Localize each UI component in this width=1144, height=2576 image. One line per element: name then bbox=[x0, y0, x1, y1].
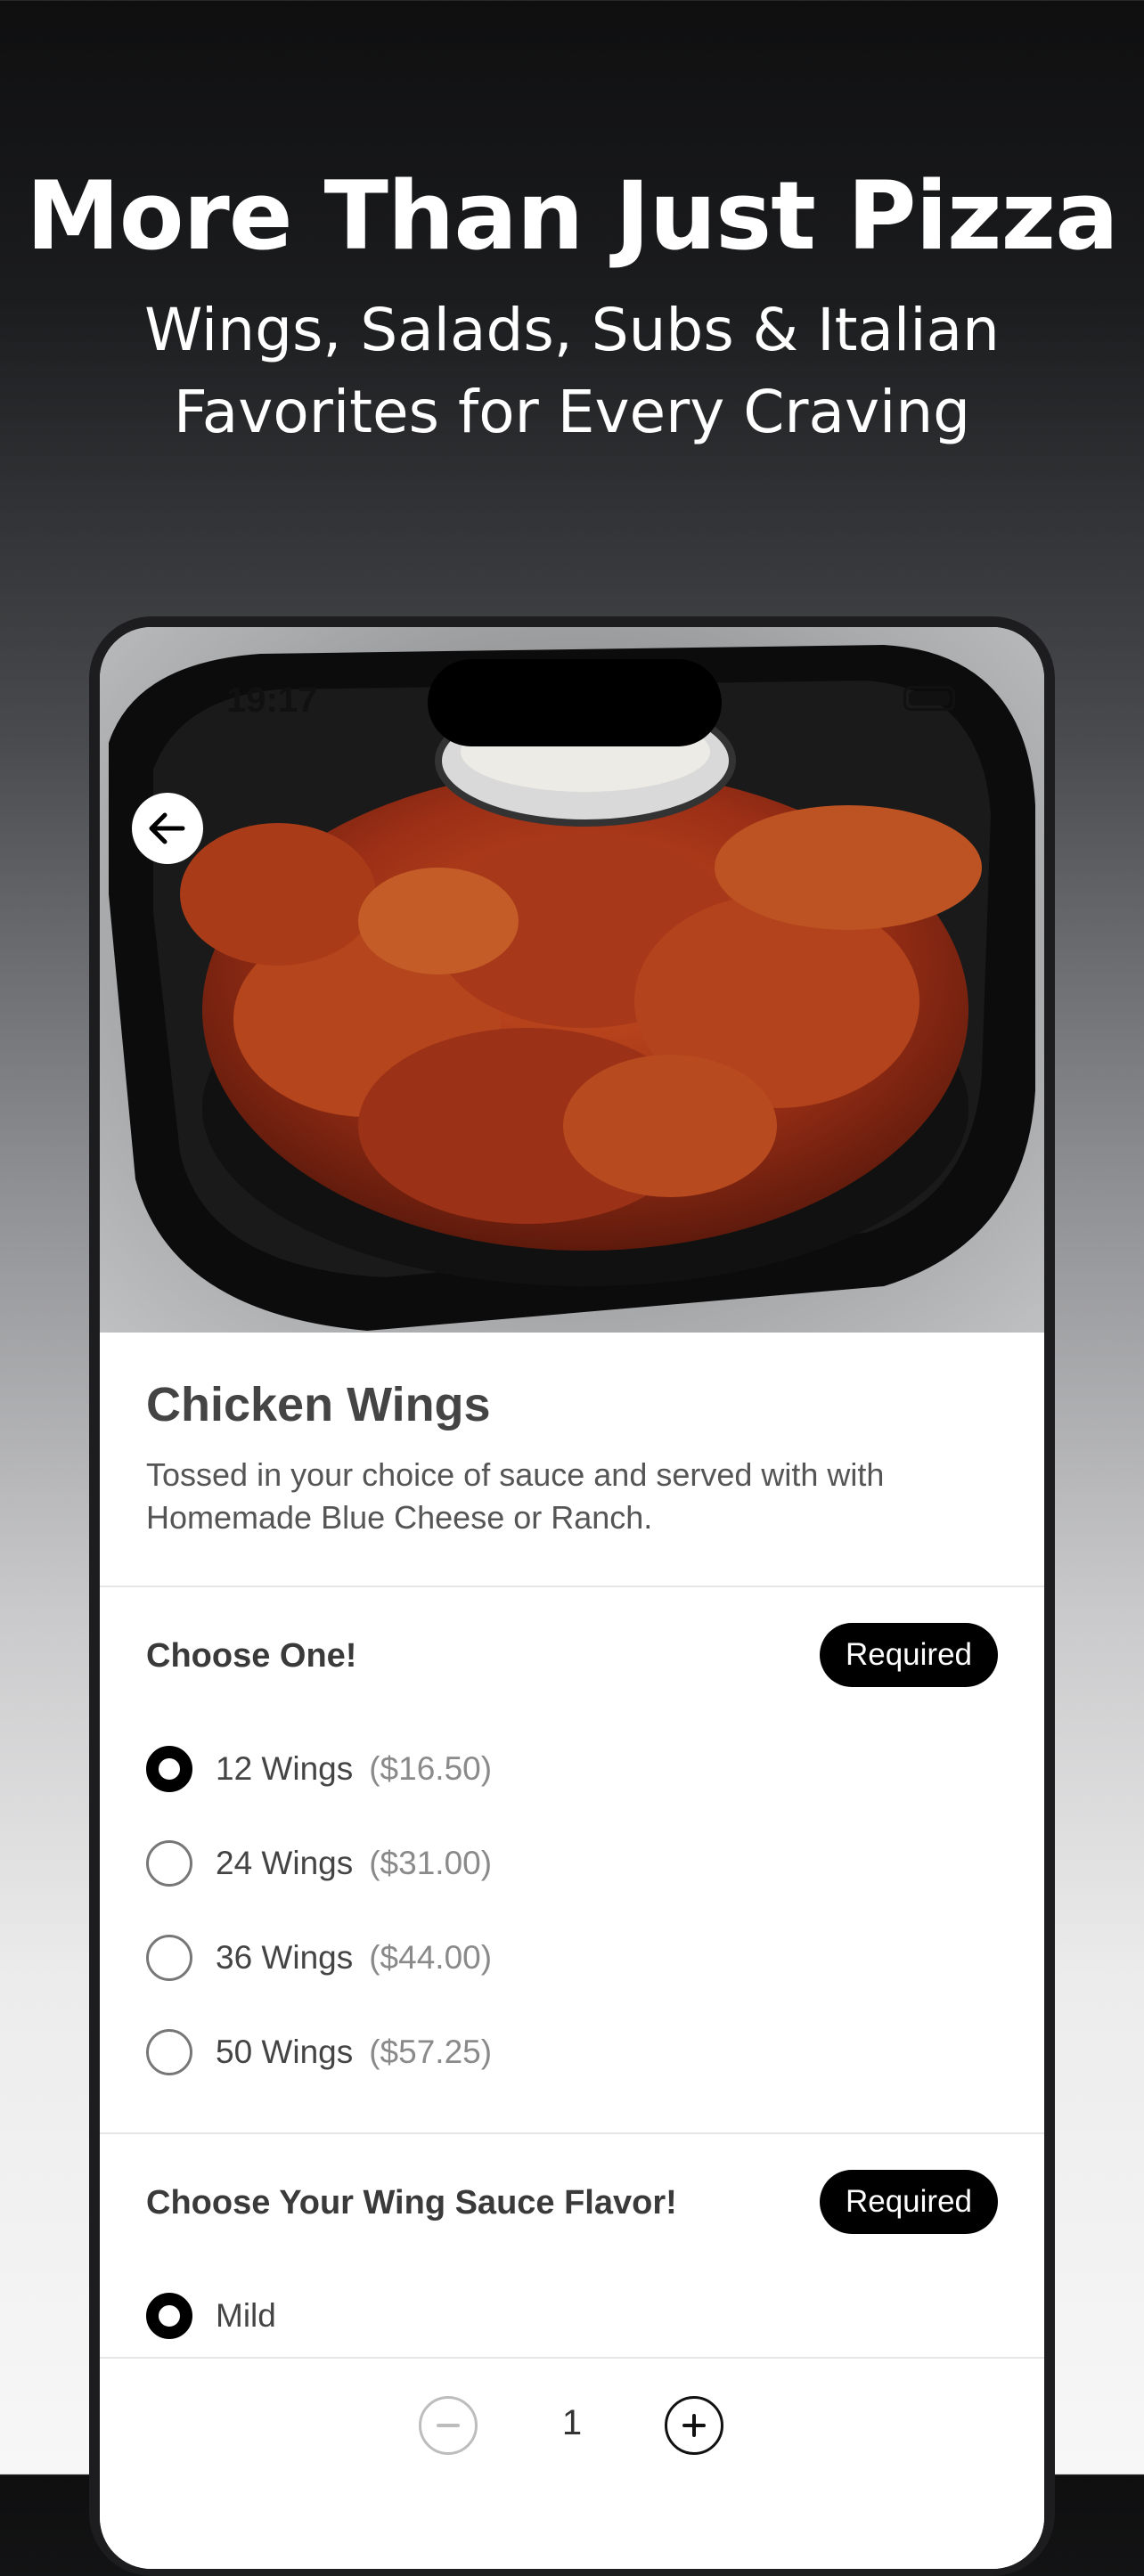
option-price: ($44.00) bbox=[369, 1939, 493, 1976]
option-label: 36 Wings bbox=[216, 1939, 354, 1976]
option-label: 12 Wings bbox=[216, 1750, 354, 1787]
option-label: 24 Wings bbox=[216, 1845, 354, 1881]
radio-selected-icon[interactable] bbox=[146, 1746, 192, 1792]
hero-subtitle-line2: Favorites for Every Craving bbox=[173, 378, 971, 446]
option-price: ($57.25) bbox=[369, 2034, 493, 2070]
hero-subtitle: Wings, Salads, Subs & Italian Favorites … bbox=[0, 289, 1144, 453]
radio-icon[interactable] bbox=[146, 2029, 192, 2075]
option-24-wings[interactable]: 24 Wings ($31.00) bbox=[146, 1838, 492, 1888]
status-time: 19:17 bbox=[226, 681, 318, 720]
divider bbox=[100, 2357, 1044, 2359]
divider bbox=[100, 2132, 1044, 2134]
quantity-value: 1 bbox=[561, 2403, 583, 2442]
option-label: 50 Wings bbox=[216, 2034, 354, 2070]
section-title-choose-one: Choose One! bbox=[146, 1637, 357, 1675]
option-12-wings[interactable]: 12 Wings ($16.50) bbox=[146, 1744, 492, 1794]
radio-selected-icon[interactable] bbox=[146, 2293, 192, 2339]
dynamic-island bbox=[428, 659, 722, 746]
required-badge: Required bbox=[820, 1623, 998, 1687]
minus-icon bbox=[437, 2424, 460, 2427]
divider bbox=[100, 1586, 1044, 1587]
decrease-quantity-button[interactable] bbox=[419, 2396, 478, 2455]
hero-title: More Than Just Pizza bbox=[26, 161, 1119, 271]
required-badge: Required bbox=[820, 2170, 998, 2234]
status-icons bbox=[893, 686, 955, 713]
section-title-sauce-flavor: Choose Your Wing Sauce Flavor! bbox=[146, 2184, 677, 2221]
option-50-wings[interactable]: 50 Wings ($57.25) bbox=[146, 2027, 492, 2077]
back-button[interactable] bbox=[132, 793, 203, 864]
item-description: Tossed in your choice of sauce and serve… bbox=[146, 1456, 885, 1536]
option-36-wings[interactable]: 36 Wings ($44.00) bbox=[146, 1933, 492, 1983]
back-arrow-icon bbox=[149, 812, 185, 844]
option-label: Mild bbox=[216, 2297, 276, 2334]
radio-icon[interactable] bbox=[146, 1935, 192, 1981]
option-mild[interactable]: Mild bbox=[146, 2291, 276, 2341]
plus-icon bbox=[682, 2414, 706, 2437]
battery-icon bbox=[903, 686, 955, 711]
hero-subtitle-line1: Wings, Salads, Subs & Italian bbox=[144, 296, 1000, 364]
radio-icon[interactable] bbox=[146, 1840, 192, 1887]
phone-screen: 19:17 Chicken Wings Tossed in your choic… bbox=[100, 627, 1044, 2569]
option-price: ($31.00) bbox=[369, 1845, 493, 1881]
quantity-bar: 1 bbox=[100, 2357, 1044, 2569]
increase-quantity-button[interactable] bbox=[665, 2396, 723, 2455]
item-title: Chicken Wings bbox=[146, 1378, 491, 1431]
option-price: ($16.50) bbox=[369, 1750, 493, 1787]
